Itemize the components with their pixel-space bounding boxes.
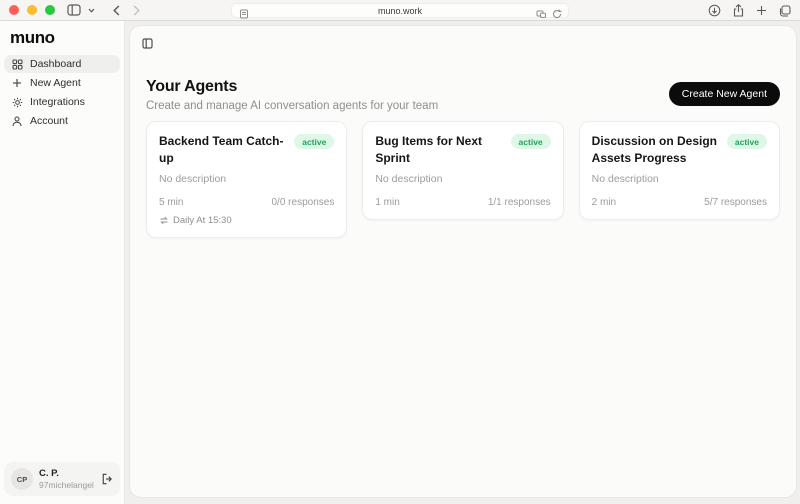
sidebar-item-account[interactable]: Account	[4, 112, 120, 130]
app-logo: muno	[10, 28, 124, 48]
agent-duration: 1 min	[375, 197, 399, 208]
panel-sidebar-toggle-button[interactable]	[142, 38, 153, 49]
page-subtitle: Create and manage AI conversation agents…	[146, 100, 438, 112]
chevron-left-icon	[113, 5, 120, 16]
agent-description: No description	[159, 173, 334, 185]
avatar: CP	[11, 468, 33, 490]
gear-icon	[11, 97, 23, 108]
user-profile[interactable]: CP C. P. 97michelangelo...	[4, 462, 120, 496]
back-button[interactable]	[107, 2, 125, 18]
forward-button[interactable]	[127, 2, 145, 18]
minimize-window-button[interactable]	[27, 5, 37, 15]
agent-title: Discussion on Design Assets Progress	[592, 133, 719, 168]
agent-description: No description	[375, 173, 550, 185]
browser-window: muno.work	[0, 0, 800, 504]
tab-overview-icon[interactable]	[779, 5, 791, 17]
user-meta: C. P. 97michelangelo...	[39, 468, 94, 490]
app-content: muno Dashboard New Agent	[0, 21, 800, 504]
agent-card-list: Backend Team Catch-up active No descript…	[146, 121, 780, 238]
agent-responses: 0/0 responses	[272, 197, 335, 208]
chevron-right-icon	[133, 5, 140, 16]
toolbar-nav-group	[65, 2, 145, 18]
page-header-text: Your Agents Create and manage AI convers…	[146, 78, 438, 112]
sidebar-item-label: Account	[30, 115, 68, 127]
agent-duration: 5 min	[159, 197, 183, 208]
user-handle: 97michelangelo...	[39, 480, 94, 490]
agent-title: Bug Items for Next Sprint	[375, 133, 502, 168]
user-name: C. P.	[39, 468, 94, 479]
plus-icon	[11, 78, 23, 88]
logout-icon[interactable]	[100, 473, 113, 485]
create-new-agent-button[interactable]: Create New Agent	[669, 82, 780, 106]
card-footer: 5 min 0/0 responses Daily At 15:30	[159, 185, 334, 226]
card-footer: 2 min 5/7 responses	[592, 185, 767, 208]
agent-description: No description	[592, 173, 767, 185]
agent-card-backend-team-catch-up[interactable]: Backend Team Catch-up active No descript…	[146, 121, 347, 238]
sidebar: muno Dashboard New Agent	[0, 21, 125, 504]
agent-schedule-label: Daily At 15:30	[173, 215, 232, 226]
main-area: Your Agents Create and manage AI convers…	[125, 21, 800, 504]
card-meta-row: 2 min 5/7 responses	[592, 197, 767, 208]
fullscreen-window-button[interactable]	[45, 5, 55, 15]
downloads-icon[interactable]	[708, 4, 721, 17]
browser-sidebar-toggle-button[interactable]	[65, 2, 83, 18]
main-panel: Your Agents Create and manage AI convers…	[130, 26, 796, 497]
page-header: Your Agents Create and manage AI convers…	[146, 78, 780, 112]
card-meta-row: 1 min 1/1 responses	[375, 197, 550, 208]
window-controls	[9, 5, 55, 15]
close-window-button[interactable]	[9, 5, 19, 15]
browser-toolbar: muno.work	[0, 0, 800, 21]
card-head: Backend Team Catch-up active	[159, 133, 334, 168]
url-text: muno.work	[378, 6, 422, 16]
card-footer: 1 min 1/1 responses	[375, 185, 550, 208]
sidebar-item-dashboard[interactable]: Dashboard	[4, 55, 120, 73]
dashboard-grid-icon	[11, 59, 23, 70]
sidebar-icon	[142, 38, 153, 49]
sidebar-item-integrations[interactable]: Integrations	[4, 93, 120, 111]
card-meta-row: 5 min 0/0 responses	[159, 197, 334, 208]
sidebar-item-label: New Agent	[30, 77, 81, 89]
status-badge: active	[727, 134, 767, 149]
sidebar-nav: Dashboard New Agent Integrations	[0, 55, 124, 130]
agent-card-bug-items-for-next-sprint[interactable]: Bug Items for Next Sprint active No desc…	[362, 121, 563, 220]
sidebar-item-label: Dashboard	[30, 58, 81, 70]
status-badge: active	[294, 134, 334, 149]
page-title: Your Agents	[146, 78, 438, 96]
sidebar-item-new-agent[interactable]: New Agent	[4, 74, 120, 92]
card-head: Bug Items for Next Sprint active	[375, 133, 550, 168]
agent-duration: 2 min	[592, 197, 616, 208]
person-icon	[11, 116, 23, 127]
agent-schedule: Daily At 15:30	[159, 215, 334, 226]
sidebar-icon	[67, 4, 81, 16]
repeat-icon	[159, 216, 169, 225]
sidebar-item-label: Integrations	[30, 96, 85, 108]
share-icon[interactable]	[733, 4, 744, 17]
status-badge: active	[511, 134, 551, 149]
toolbar-actions	[708, 0, 791, 21]
chevron-down-icon[interactable]	[85, 2, 97, 18]
address-bar[interactable]: muno.work	[231, 3, 569, 18]
agent-responses: 5/7 responses	[704, 197, 767, 208]
card-head: Discussion on Design Assets Progress act…	[592, 133, 767, 168]
agent-title: Backend Team Catch-up	[159, 133, 286, 168]
agent-responses: 1/1 responses	[488, 197, 551, 208]
new-tab-icon[interactable]	[756, 5, 767, 16]
agent-card-discussion-on-design-assets-progress[interactable]: Discussion on Design Assets Progress act…	[579, 121, 780, 220]
